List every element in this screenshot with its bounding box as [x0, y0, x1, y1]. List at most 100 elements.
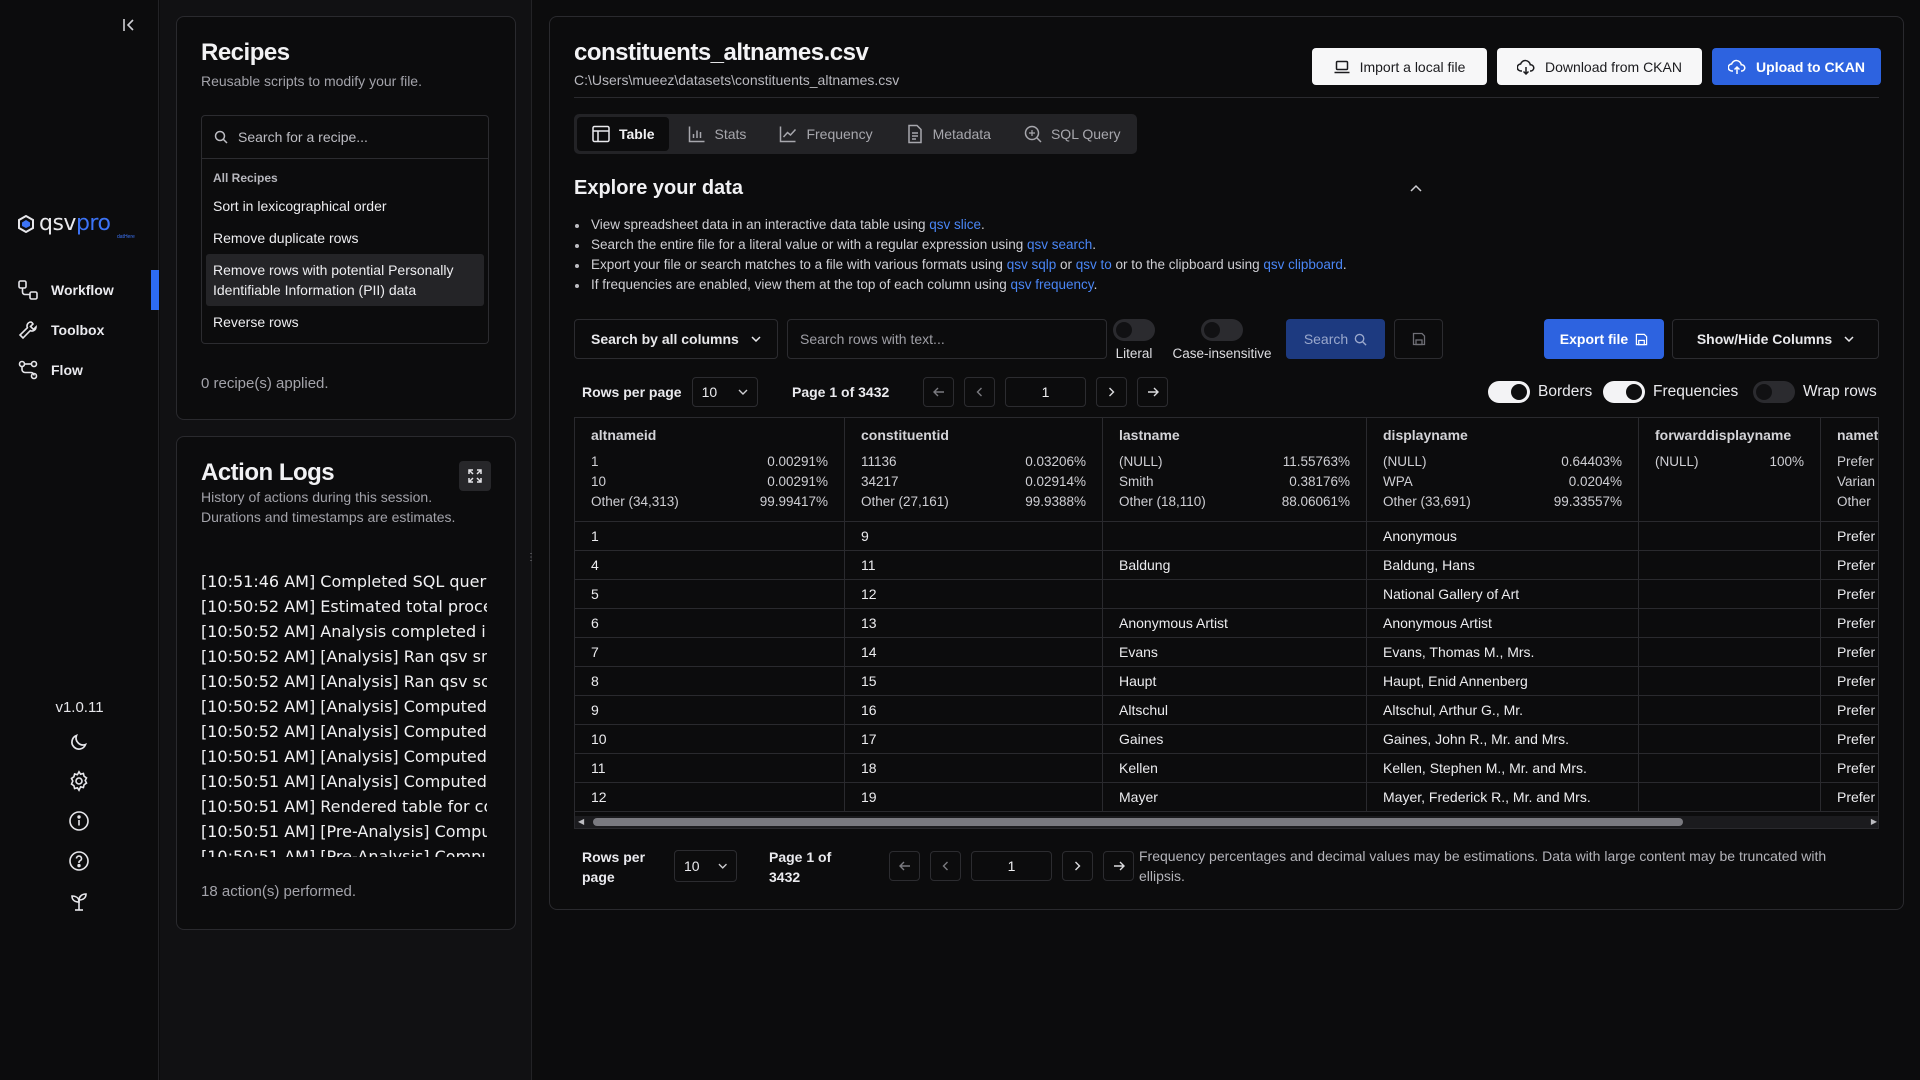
- info-icon[interactable]: [66, 808, 92, 834]
- search-mode-dropdown[interactable]: Search by all columns: [574, 319, 778, 359]
- recipe-item[interactable]: Sort in lexicographical order: [206, 190, 484, 222]
- table-cell[interactable]: 11: [845, 551, 1103, 580]
- wrap-rows-toggle[interactable]: [1753, 381, 1795, 403]
- table-cell[interactable]: Anonymous: [1367, 522, 1639, 551]
- table-cell[interactable]: [1639, 696, 1821, 725]
- scroll-right-icon[interactable]: ▶: [1871, 817, 1877, 826]
- table-cell[interactable]: Gaines: [1103, 725, 1367, 754]
- table-cell[interactable]: [1639, 725, 1821, 754]
- table-cell[interactable]: 11: [575, 754, 845, 783]
- table-cell[interactable]: 12: [575, 783, 845, 812]
- tab-stats[interactable]: Stats: [673, 117, 761, 151]
- table-cell[interactable]: 12: [845, 580, 1103, 609]
- first-page-button[interactable]: [923, 377, 954, 407]
- column-header-lastname[interactable]: lastname (NULL) 11.55763% Smith 0.38176% Othe…: [1103, 418, 1367, 522]
- download-from-ckan-button[interactable]: Download from CKAN: [1497, 48, 1702, 85]
- scrollbar-thumb[interactable]: [593, 818, 1683, 826]
- search-rows-input[interactable]: Search rows with text...: [787, 319, 1107, 359]
- table-cell[interactable]: [1639, 783, 1821, 812]
- sidebar-item-workflow[interactable]: Workflow: [0, 270, 159, 310]
- tab-sql-query[interactable]: SQL Query: [1009, 117, 1135, 151]
- upload-to-ckan-button[interactable]: Upload to CKAN: [1712, 48, 1881, 85]
- table-cell[interactable]: Kellen: [1103, 754, 1367, 783]
- prev-page-button[interactable]: [964, 377, 995, 407]
- sidebar-item-flow[interactable]: Flow: [0, 350, 159, 390]
- table-cell[interactable]: Haupt: [1103, 667, 1367, 696]
- save-search-button[interactable]: [1394, 319, 1443, 359]
- qsv-search-link[interactable]: qsv search: [1027, 237, 1092, 252]
- table-cell[interactable]: Prefer: [1821, 551, 1878, 580]
- search-button[interactable]: Search: [1286, 319, 1385, 359]
- table-cell[interactable]: [1639, 754, 1821, 783]
- table-cell[interactable]: Anonymous Artist: [1103, 609, 1367, 638]
- last-page-button[interactable]: [1137, 377, 1168, 407]
- table-cell[interactable]: Prefer: [1821, 696, 1878, 725]
- recipe-item[interactable]: Remove duplicate rows: [206, 222, 484, 254]
- table-cell[interactable]: Prefer: [1821, 667, 1878, 696]
- column-header-altnameid[interactable]: altnameid 1 0.00291% 10 0.00291% Other (34,31…: [575, 418, 845, 522]
- borders-toggle[interactable]: [1488, 381, 1530, 403]
- bottom-next-page-button[interactable]: [1062, 851, 1093, 881]
- bottom-prev-page-button[interactable]: [930, 851, 961, 881]
- qsv-sqlp-link[interactable]: qsv sqlp: [1007, 257, 1057, 272]
- case-insensitive-toggle[interactable]: [1201, 319, 1243, 341]
- tab-frequency[interactable]: Frequency: [764, 117, 886, 151]
- table-cell[interactable]: 9: [845, 522, 1103, 551]
- frequencies-toggle[interactable]: [1603, 381, 1645, 403]
- column-header-constituentid[interactable]: constituentid 11136 0.03206% 34217 0.02914% O…: [845, 418, 1103, 522]
- table-cell[interactable]: Haupt, Enid Annenberg: [1367, 667, 1639, 696]
- table-cell[interactable]: 4: [575, 551, 845, 580]
- table-cell[interactable]: Prefer: [1821, 522, 1878, 551]
- table-cell[interactable]: [1639, 609, 1821, 638]
- table-cell[interactable]: 10: [575, 725, 845, 754]
- import-local-file-button[interactable]: Import a local file: [1312, 48, 1487, 85]
- bottom-rows-per-page-select[interactable]: 10: [674, 850, 737, 882]
- qsv-frequency-link[interactable]: qsv frequency: [1011, 277, 1094, 292]
- table-cell[interactable]: Baldung: [1103, 551, 1367, 580]
- table-cell[interactable]: 14: [845, 638, 1103, 667]
- horizontal-scrollbar[interactable]: ◀ ▶: [575, 816, 1878, 828]
- tab-table[interactable]: Table: [577, 117, 669, 151]
- bottom-page-number-input[interactable]: 1: [971, 851, 1052, 881]
- recipe-search-input[interactable]: Search for a recipe...: [201, 115, 489, 159]
- bottom-first-page-button[interactable]: [889, 851, 920, 881]
- table-cell[interactable]: 8: [575, 667, 845, 696]
- help-icon[interactable]: [66, 848, 92, 874]
- export-file-button[interactable]: Export file: [1544, 319, 1664, 359]
- table-cell[interactable]: Prefer: [1821, 725, 1878, 754]
- recipe-item[interactable]: Reverse rows: [206, 306, 484, 338]
- table-cell[interactable]: Anonymous Artist: [1367, 609, 1639, 638]
- qsv-clipboard-link[interactable]: qsv clipboard: [1263, 257, 1343, 272]
- chevron-up-icon[interactable]: [1410, 180, 1422, 195]
- column-header-forwarddisplayname[interactable]: forwarddisplayname (NULL) 100%: [1639, 418, 1821, 522]
- table-cell[interactable]: 5: [575, 580, 845, 609]
- table-cell[interactable]: [1639, 667, 1821, 696]
- table-cell[interactable]: 7: [575, 638, 845, 667]
- table-cell[interactable]: Mayer, Frederick R., Mr. and Mrs.: [1367, 783, 1639, 812]
- scroll-left-icon[interactable]: ◀: [578, 817, 584, 826]
- table-cell[interactable]: Baldung, Hans: [1367, 551, 1639, 580]
- table-cell[interactable]: Evans: [1103, 638, 1367, 667]
- column-header-nametype[interactable]: nametype Prefer Varian Other: [1821, 418, 1878, 522]
- rows-per-page-select[interactable]: 10: [691, 377, 758, 407]
- recipe-item[interactable]: Remove rows with potential Personally Id…: [206, 254, 484, 306]
- bottom-last-page-button[interactable]: [1103, 851, 1134, 881]
- tab-metadata[interactable]: Metadata: [891, 117, 1005, 151]
- table-cell[interactable]: Kellen, Stephen M., Mr. and Mrs.: [1367, 754, 1639, 783]
- table-cell[interactable]: Prefer: [1821, 783, 1878, 812]
- table-cell[interactable]: 19: [845, 783, 1103, 812]
- table-cell[interactable]: Gaines, John R., Mr. and Mrs.: [1367, 725, 1639, 754]
- table-cell[interactable]: [1103, 522, 1367, 551]
- expand-logs-button[interactable]: [459, 461, 491, 491]
- table-cell[interactable]: 9: [575, 696, 845, 725]
- literal-toggle[interactable]: [1113, 319, 1155, 341]
- gear-icon[interactable]: [66, 768, 92, 794]
- column-header-displayname[interactable]: displayname (NULL) 0.64403% WPA 0.0204% Other…: [1367, 418, 1639, 522]
- table-cell[interactable]: Prefer: [1821, 580, 1878, 609]
- next-page-button[interactable]: [1096, 377, 1127, 407]
- sidebar-item-toolbox[interactable]: Toolbox: [0, 310, 159, 350]
- page-number-input[interactable]: 1: [1005, 377, 1086, 407]
- table-cell[interactable]: [1639, 638, 1821, 667]
- show-hide-columns-dropdown[interactable]: Show/Hide Columns: [1672, 319, 1879, 359]
- moon-icon[interactable]: [66, 729, 92, 755]
